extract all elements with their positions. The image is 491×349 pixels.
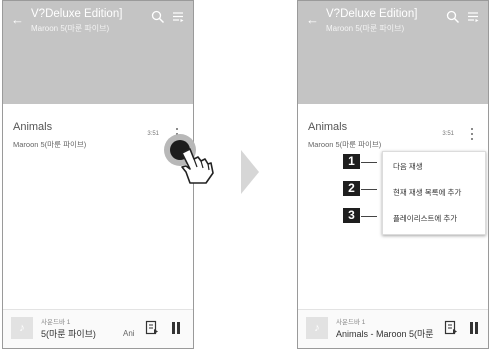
song-title[interactable]: Animals — [308, 121, 347, 133]
step-badge-1: 1 — [343, 154, 360, 169]
menu-item-add-to-playlist[interactable]: 플레이리스트에 추가 — [393, 213, 457, 224]
step-badge-2: 2 — [343, 181, 360, 196]
mini-player-source: 사운드바 1 — [336, 319, 366, 326]
song-title[interactable]: Animals — [13, 121, 52, 133]
album-title: V?Deluxe Edition] — [31, 8, 123, 20]
pause-icon[interactable] — [468, 320, 480, 336]
callout-line-1 — [361, 162, 377, 163]
mini-player-source: 사운드바 1 — [41, 319, 71, 326]
song-artist: Maroon 5(마룬 파이브) — [308, 140, 382, 149]
music-note-icon: ♪ — [306, 317, 328, 339]
step-arrow-icon — [241, 150, 259, 194]
back-arrow-icon[interactable]: ← — [11, 13, 24, 26]
search-icon[interactable] — [151, 10, 165, 24]
album-title: V?Deluxe Edition] — [326, 8, 418, 20]
context-menu: 다음 재생 현재 재생 목록에 추가 플레이리스트에 추가 — [382, 151, 486, 235]
mini-player[interactable]: ♪ 사운드바 1 5(마룬 파이브) Ani — [3, 309, 193, 348]
album-artist: Maroon 5(마룬 파이브) — [326, 24, 405, 33]
touch-hand-icon — [181, 148, 214, 184]
callout-line-2 — [361, 189, 377, 190]
mini-player[interactable]: ♪ 사운드바 1 Animals - Maroon 5(마룬 — [298, 309, 488, 348]
song-duration: 3:51 — [442, 131, 454, 137]
lyrics-icon[interactable] — [444, 320, 458, 336]
pause-icon[interactable] — [170, 320, 182, 336]
song-duration: 3:51 — [147, 131, 159, 137]
menu-item-add-to-now-playing[interactable]: 현재 재생 목록에 추가 — [393, 187, 461, 198]
kebab-menu-icon[interactable] — [470, 128, 474, 142]
album-header: ← V?Deluxe Edition] Maroon 5(마룬 파이브) — [298, 1, 488, 104]
queue-list-icon[interactable] — [171, 10, 185, 24]
phone-screen-after: ← V?Deluxe Edition] Maroon 5(마룬 파이브) Ani… — [297, 0, 489, 349]
menu-item-play-next[interactable]: 다음 재생 — [393, 161, 423, 172]
lyrics-icon[interactable] — [145, 320, 159, 336]
album-header: ← V?Deluxe Edition] Maroon 5(마룬 파이브) — [3, 1, 193, 104]
mini-player-next-title: Ani — [123, 329, 135, 338]
search-icon[interactable] — [446, 10, 460, 24]
album-artist: Maroon 5(마룬 파이브) — [31, 24, 110, 33]
mini-player-title: Animals - Maroon 5(마룬 — [336, 329, 434, 339]
step-badge-3: 3 — [343, 208, 360, 223]
music-note-icon: ♪ — [11, 317, 33, 339]
back-arrow-icon[interactable]: ← — [306, 13, 319, 26]
mini-player-title: 5(마룬 파이브) — [41, 329, 96, 339]
phone-screen-before: ← V?Deluxe Edition] Maroon 5(마룬 파이브) Ani… — [2, 0, 194, 349]
queue-list-icon[interactable] — [466, 10, 480, 24]
song-artist: Maroon 5(마룬 파이브) — [13, 140, 87, 149]
callout-line-3 — [361, 216, 377, 217]
